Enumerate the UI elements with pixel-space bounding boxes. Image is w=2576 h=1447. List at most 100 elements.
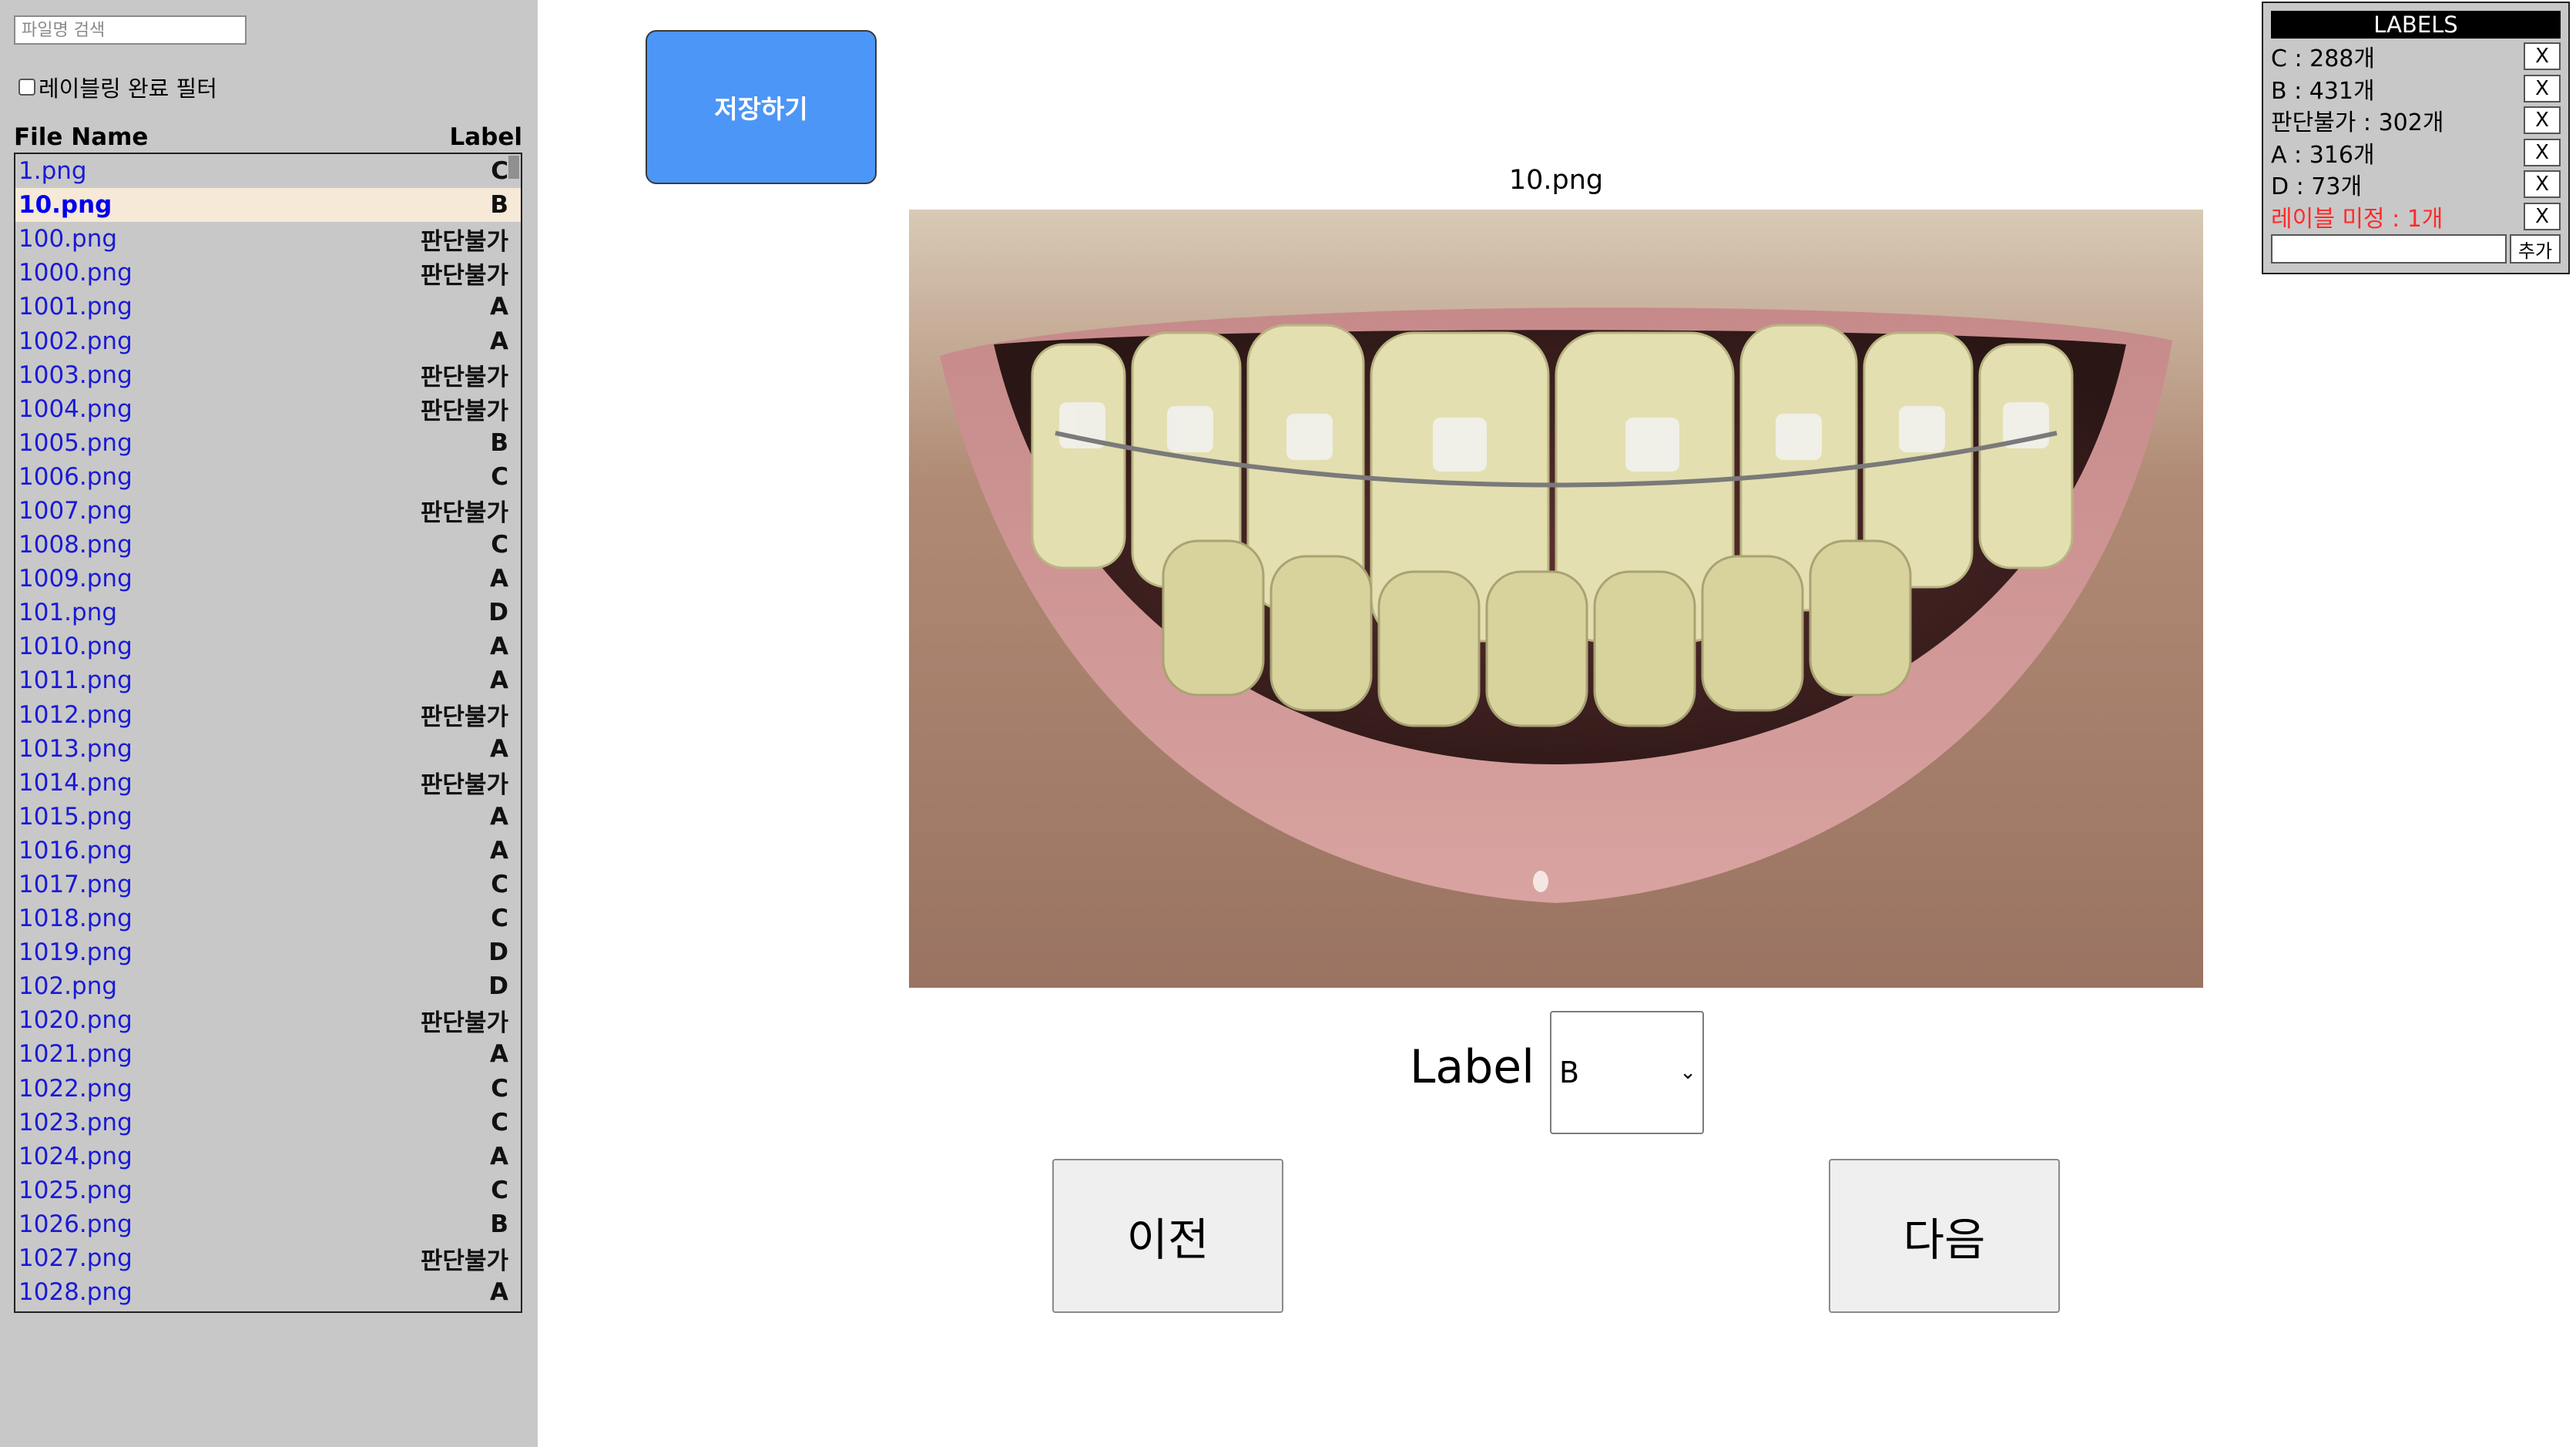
file-label: 판단불가 [420, 1247, 508, 1275]
remove-label-button[interactable]: X [2524, 202, 2561, 230]
file-name[interactable]: 1023.png [18, 1109, 132, 1136]
file-list-row[interactable]: 102.png D [15, 969, 521, 1003]
prev-button[interactable]: 이전 [1052, 1159, 1283, 1313]
file-list-row[interactable]: 1012.png 판단불가 [15, 698, 521, 732]
file-name[interactable]: 1018.png [18, 905, 132, 932]
label-select[interactable]: B ⌄ [1550, 1011, 1704, 1134]
file-list-row[interactable]: 1001.png A [15, 290, 521, 324]
file-list-row[interactable]: 1024.png A [15, 1140, 521, 1173]
remove-label-button[interactable]: X [2524, 42, 2561, 70]
remove-label-button[interactable]: X [2524, 106, 2561, 134]
file-list-row[interactable]: 1021.png A [15, 1037, 521, 1071]
file-name[interactable]: 1007.png [18, 497, 132, 525]
file-list-row[interactable]: 1003.png 판단불가 [15, 358, 521, 392]
file-list-row[interactable]: 10.png B [15, 188, 521, 223]
next-button[interactable]: 다음 [1829, 1159, 2060, 1313]
file-list-row[interactable]: 1007.png 판단불가 [15, 494, 521, 528]
file-list-row[interactable]: 1011.png A [15, 663, 521, 697]
file-list-row[interactable]: 1016.png A [15, 834, 521, 868]
file-name[interactable]: 1010.png [18, 633, 132, 660]
file-list-row[interactable]: 1026.png B [15, 1207, 521, 1241]
file-list-row[interactable]: 100.png 판단불가 [15, 222, 521, 256]
file-list-row[interactable]: 1009.png A [15, 562, 521, 596]
file-name[interactable]: 1003.png [18, 361, 132, 389]
file-list-row[interactable]: 1023.png C [15, 1106, 521, 1140]
file-name[interactable]: 1026.png [18, 1210, 132, 1238]
file-name[interactable]: 1014.png [18, 769, 132, 797]
file-list-row[interactable]: 1014.png 판단불가 [15, 766, 521, 800]
file-name[interactable]: 1015.png [18, 803, 132, 831]
file-name[interactable]: 1009.png [18, 565, 132, 593]
file-name[interactable]: 1001.png [18, 293, 132, 321]
file-list-row[interactable]: 1010.png A [15, 629, 521, 663]
save-button[interactable]: 저장하기 [646, 30, 877, 184]
file-label: D [488, 599, 508, 627]
file-list-row[interactable]: 1022.png C [15, 1072, 521, 1106]
file-label: 판단불가 [420, 227, 508, 256]
file-name[interactable]: 100.png [18, 225, 117, 253]
file-name[interactable]: 1021.png [18, 1040, 132, 1068]
file-name[interactable]: 1002.png [18, 327, 132, 355]
file-label: 판단불가 [420, 499, 508, 528]
file-name[interactable]: 1022.png [18, 1075, 132, 1103]
file-list-row[interactable]: 1.png C [15, 154, 521, 188]
file-list-row[interactable]: 1017.png C [15, 868, 521, 901]
file-list-row[interactable]: 1020.png 판단불가 [15, 1003, 521, 1037]
label-caption: Label [1410, 1040, 1535, 1094]
label-count-text: 레이블 미정 : 1개 [2271, 205, 2444, 233]
label-count-row: 레이블 미정 : 1개 X [2271, 200, 2561, 233]
file-label: A [490, 1278, 508, 1307]
file-name[interactable]: 1006.png [18, 463, 132, 491]
file-name[interactable]: 1025.png [18, 1177, 132, 1204]
labeled-filter-checkbox[interactable] [18, 79, 35, 96]
label-count-text: C : 288개 [2271, 45, 2375, 72]
file-list-row[interactable]: 1013.png A [15, 732, 521, 766]
file-name[interactable]: 1012.png [18, 701, 132, 729]
file-list-row[interactable]: 1000.png 판단불가 [15, 256, 521, 290]
file-name[interactable]: 1013.png [18, 735, 132, 763]
file-name[interactable]: 1011.png [18, 666, 132, 694]
file-list-row[interactable]: 1018.png C [15, 901, 521, 935]
remove-label-button[interactable]: X [2524, 170, 2561, 198]
labeled-filter[interactable]: 레이블링 완료 필터 [18, 71, 217, 103]
file-name[interactable]: 102.png [18, 972, 117, 1000]
file-name[interactable]: 10.png [18, 191, 112, 219]
file-list-row[interactable]: 1006.png C [15, 460, 521, 494]
file-name[interactable]: 1016.png [18, 837, 132, 865]
scrollbar-thumb[interactable] [508, 156, 519, 179]
file-name[interactable]: 1019.png [18, 938, 132, 966]
file-name[interactable]: 1000.png [18, 259, 132, 287]
file-list-row[interactable]: 1005.png B [15, 426, 521, 460]
file-name[interactable]: 1024.png [18, 1143, 132, 1170]
file-list-row[interactable]: 1008.png C [15, 528, 521, 562]
file-label: A [490, 565, 508, 593]
new-label-input[interactable] [2271, 234, 2507, 264]
file-list-row[interactable]: 1015.png A [15, 800, 521, 834]
file-name[interactable]: 101.png [18, 599, 117, 626]
file-list-row[interactable]: 1025.png C [15, 1173, 521, 1207]
file-name[interactable]: 1028.png [18, 1278, 132, 1306]
file-list-row[interactable]: 101.png D [15, 596, 521, 629]
file-label: A [490, 327, 508, 355]
file-name[interactable]: 1020.png [18, 1006, 132, 1034]
file-name[interactable]: 1017.png [18, 871, 132, 898]
file-list-row[interactable]: 1019.png D [15, 935, 521, 969]
file-list-row[interactable]: 1004.png 판단불가 [15, 392, 521, 426]
file-name[interactable]: 1027.png [18, 1244, 132, 1272]
file-name[interactable]: 1.png [18, 157, 87, 185]
remove-label-button[interactable]: X [2524, 138, 2561, 166]
filename-search-input[interactable] [14, 15, 247, 45]
file-list-row[interactable]: 1002.png A [15, 324, 521, 358]
file-name[interactable]: 1008.png [18, 531, 132, 559]
file-list-row[interactable]: 1028.png A [15, 1275, 521, 1309]
remove-label-button[interactable]: X [2524, 74, 2561, 102]
file-list-row[interactable]: 1027.png 판단불가 [15, 1241, 521, 1275]
file-name[interactable]: 1005.png [18, 429, 132, 457]
file-list[interactable]: 1.png C 10.png B 100.png 판단불가 1000.png 판단불가 1001… [14, 153, 522, 1313]
file-name[interactable]: 1004.png [18, 395, 132, 423]
file-label: 판단불가 [420, 703, 508, 732]
add-label-button[interactable]: 추가 [2510, 234, 2561, 264]
file-label: D [488, 972, 508, 1001]
file-label: A [490, 836, 508, 865]
file-label: C [491, 531, 508, 559]
